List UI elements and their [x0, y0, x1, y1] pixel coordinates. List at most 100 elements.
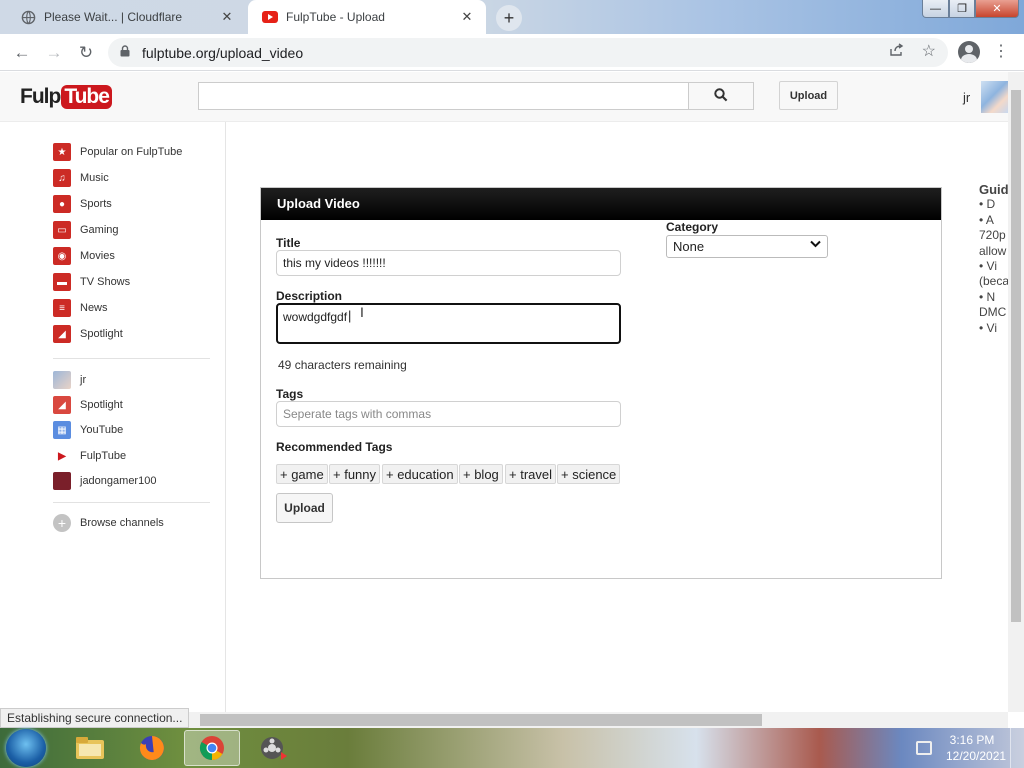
tags-input[interactable]: Seperate tags with commas: [276, 401, 621, 427]
windows-start-button[interactable]: [6, 729, 46, 767]
sidebar-item-jr[interactable]: jr: [53, 370, 86, 390]
firefox-taskbar-icon[interactable]: [124, 730, 180, 766]
guidelines-line: • A: [979, 212, 994, 227]
sidebar-item-label: Sports: [80, 198, 112, 210]
title-input[interactable]: this my videos !!!!!!!: [276, 250, 621, 276]
sidebar-item-label: FulpTube: [80, 450, 127, 462]
browser-tab-strip: Please Wait... | Cloudflare ✕ FulpTube -…: [0, 0, 1024, 34]
characters-suffix: characters remaining: [294, 358, 407, 372]
i-beam-cursor-icon: I: [360, 304, 364, 320]
tab-close-icon[interactable]: ✕: [458, 8, 476, 26]
sidebar-divider: [53, 502, 210, 503]
sidebar-item-spotlight-sub[interactable]: ◢ Spotlight: [53, 395, 123, 415]
channel-avatar-icon: [53, 472, 71, 490]
username-label[interactable]: jr: [963, 90, 970, 105]
guidelines-line: DMC: [979, 305, 1007, 320]
gamepad-icon: ▭: [53, 221, 71, 239]
tag-chip-blog[interactable]: + blog: [459, 464, 503, 484]
sidebar-item-movies[interactable]: ◉ Movies: [53, 246, 115, 266]
sidebar-item-music[interactable]: ♫ Music: [53, 168, 109, 188]
forward-icon[interactable]: →: [43, 42, 65, 64]
sidebar-item-news[interactable]: ≡ News: [53, 298, 108, 318]
sidebar-divider: [53, 358, 210, 359]
newspaper-icon: ≡: [53, 299, 71, 317]
youtube-icon: ▦: [53, 421, 71, 439]
chrome-taskbar-icon[interactable]: [184, 730, 240, 766]
recommended-tags-label: Recommended Tags: [276, 440, 393, 454]
sidebar-item-label: TV Shows: [80, 276, 131, 288]
sidebar-item-spotlight[interactable]: ◢ Spotlight: [53, 324, 123, 344]
media-player-taskbar-icon[interactable]: [246, 730, 302, 766]
lock-icon: [120, 45, 134, 60]
sidebar-item-label: Spotlight: [80, 328, 123, 340]
header-upload-button[interactable]: Upload: [779, 81, 838, 110]
guidelines-line: 720p: [979, 228, 1006, 243]
sidebar-item-jadongamer100[interactable]: jadongamer100: [53, 471, 156, 491]
tag-chip-science[interactable]: + science: [557, 464, 621, 484]
new-tab-button[interactable]: +: [496, 5, 522, 31]
description-text: wowdgdfgdf: [283, 310, 348, 324]
window-restore-button[interactable]: ❐: [949, 0, 975, 18]
search-button[interactable]: [688, 82, 754, 110]
reload-icon[interactable]: ↻: [75, 42, 97, 64]
text-cursor-icon: |: [348, 308, 352, 323]
description-label: Description: [276, 289, 343, 303]
sidebar-item-label: Browse channels: [80, 517, 164, 529]
address-bar[interactable]: fulptube.org/upload_video ☆: [108, 38, 948, 67]
logo-text-fulp: Fulp: [20, 85, 61, 108]
sidebar-item-fulptube[interactable]: ▶ FulpTube: [53, 446, 126, 466]
user-avatar[interactable]: [981, 81, 1008, 113]
sidebar-browse-channels[interactable]: + Browse channels: [53, 513, 164, 533]
category-value: None: [673, 239, 705, 254]
window-close-button[interactable]: ✕: [975, 0, 1019, 18]
guidelines-line: • Vi: [979, 320, 997, 335]
category-label: Category: [666, 220, 719, 234]
vertical-scroll-thumb[interactable]: [1011, 90, 1021, 622]
browser-status-bar: Establishing secure connection...: [0, 708, 190, 728]
explorer-taskbar-icon[interactable]: [62, 730, 118, 766]
sidebar-item-sports[interactable]: ● Sports: [53, 194, 112, 214]
tag-chip-travel[interactable]: + travel: [505, 464, 556, 484]
main-content: Upload Video Title this my videos !!!!!!…: [226, 122, 1008, 712]
characters-remaining: 49 characters remaining: [278, 358, 407, 372]
sidebar-item-youtube[interactable]: ▦ YouTube: [53, 420, 123, 440]
upload-panel-title: Upload Video: [261, 188, 941, 220]
share-icon[interactable]: [889, 43, 904, 60]
taskbar-clock[interactable]: 3:16 PM 12/20/2021: [946, 732, 1006, 764]
sports-icon: ●: [53, 195, 71, 213]
menu-kebab-icon[interactable]: ⋮: [993, 42, 1009, 64]
back-icon[interactable]: ←: [11, 42, 33, 64]
sidebar-item-tv-shows[interactable]: ▬ TV Shows: [53, 272, 130, 292]
sidebar-item-label: jr: [80, 374, 87, 386]
browser-tab-cloudflare[interactable]: Please Wait... | Cloudflare ✕: [6, 0, 246, 34]
sidebar-item-label: Gaming: [80, 224, 119, 236]
bookmark-star-icon[interactable]: ☆: [922, 41, 936, 61]
clock-time: 3:16 PM: [949, 733, 995, 747]
sidebar-item-label: Popular on FulpTube: [80, 146, 183, 158]
tag-chip-education[interactable]: + education: [382, 464, 458, 484]
plus-circle-icon: +: [53, 514, 71, 532]
tab-close-icon[interactable]: ✕: [218, 8, 236, 26]
upload-submit-button[interactable]: Upload: [276, 493, 333, 523]
description-textarea[interactable]: wowdgdfgdf |: [276, 303, 621, 344]
category-select[interactable]: None: [666, 235, 828, 258]
search-input[interactable]: [198, 82, 689, 110]
logo-text-tube: Tube: [61, 85, 112, 109]
show-desktop-button[interactable]: [1010, 728, 1024, 768]
browser-tab-fulptube-upload[interactable]: FulpTube - Upload ✕: [248, 0, 486, 34]
tag-chip-funny[interactable]: + funny: [329, 464, 381, 484]
horizontal-scroll-thumb[interactable]: [200, 714, 762, 726]
sidebar-item-label: YouTube: [80, 424, 124, 436]
sidebar-item-label: jadongamer100: [80, 475, 157, 487]
sidebar-item-gaming[interactable]: ▭ Gaming: [53, 220, 119, 240]
guidelines-line: • N: [979, 289, 996, 304]
network-tray-icon[interactable]: [916, 741, 932, 755]
sidebar-item-popular[interactable]: ★ Popular on FulpTube: [53, 142, 182, 162]
spotlight-icon: ◢: [53, 396, 71, 414]
sidebar-item-label: Movies: [80, 250, 115, 262]
profile-icon[interactable]: [958, 41, 980, 63]
fulptube-logo[interactable]: Fulp Tube: [20, 83, 112, 111]
film-icon: ◉: [53, 247, 71, 265]
tag-chip-game[interactable]: + game: [276, 464, 328, 484]
window-minimize-button[interactable]: —: [922, 0, 949, 18]
